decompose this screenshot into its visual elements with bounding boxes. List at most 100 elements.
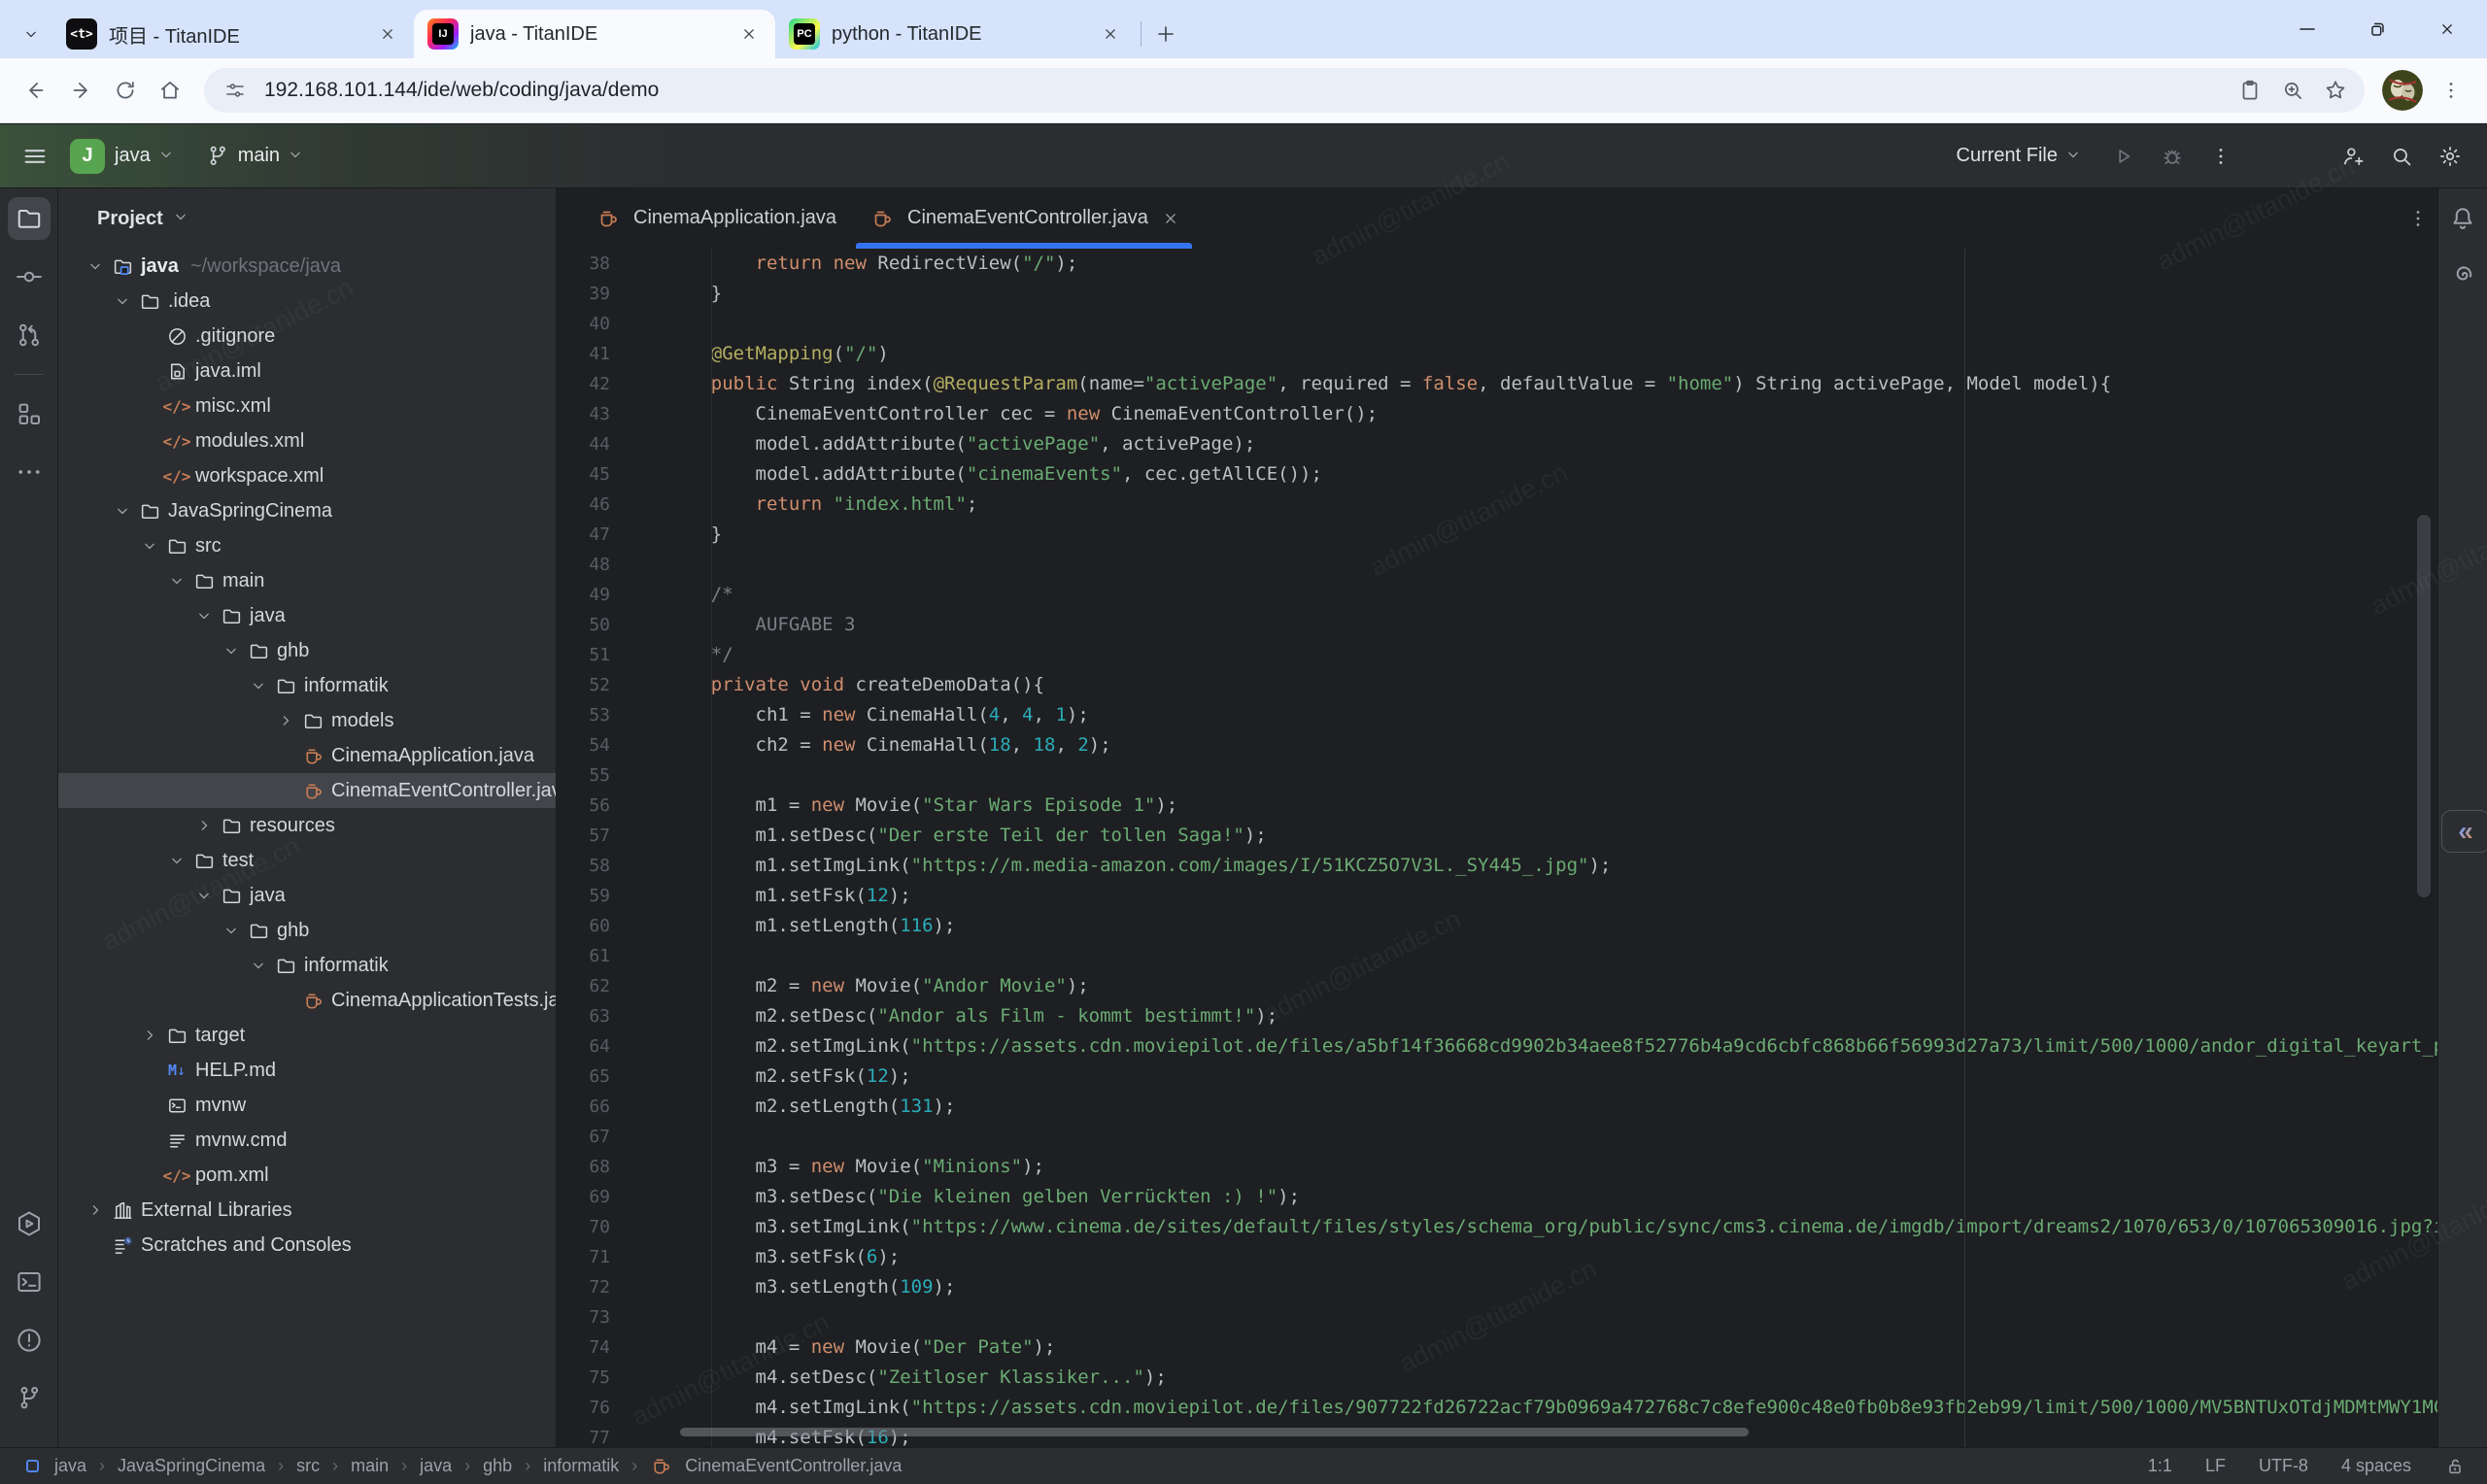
code-line-73[interactable]: 73 (557, 1302, 2437, 1332)
structure-icon[interactable] (8, 392, 51, 435)
line-number[interactable]: 41 (557, 339, 666, 369)
line-number[interactable]: 64 (557, 1031, 666, 1062)
tree-item-misc-xml[interactable]: </>misc.xml (58, 388, 556, 423)
line-number[interactable]: 73 (557, 1302, 666, 1332)
back-icon[interactable] (14, 68, 58, 113)
pull-request-icon[interactable] (8, 314, 51, 356)
minimize-icon[interactable] (2295, 17, 2320, 42)
editor-tab-2[interactable]: CinemaEventController.java (852, 188, 1196, 248)
code-line-42[interactable]: 42 public String index(@RequestParam(nam… (557, 369, 2437, 399)
line-number[interactable]: 62 (557, 971, 666, 1001)
git-branch-icon[interactable] (8, 1377, 51, 1420)
line-number[interactable]: 54 (557, 730, 666, 760)
project-panel-header[interactable]: Project (58, 188, 556, 249)
problems-icon[interactable] (8, 1319, 51, 1362)
line-number[interactable]: 52 (557, 670, 666, 700)
tree-item-models[interactable]: models (58, 703, 556, 738)
collapse-panel-button[interactable]: « (2441, 810, 2487, 853)
tree-item-cinemaeventcontroller-java[interactable]: CinemaEventController.java (58, 773, 556, 808)
tree-item-scratches-and-consoles[interactable]: Scratches and Consoles (58, 1228, 556, 1263)
code-line-50[interactable]: 50 AUFGABE 3 (557, 610, 2437, 640)
tree-toggle-icon[interactable] (164, 851, 189, 870)
services-icon[interactable] (8, 1202, 51, 1245)
code-line-67[interactable]: 67 (557, 1122, 2437, 1152)
code-line-40[interactable]: 40 (557, 309, 2437, 339)
encoding[interactable]: UTF-8 (2259, 1456, 2308, 1476)
tree-toggle-icon[interactable] (246, 956, 271, 975)
line-number[interactable]: 65 (557, 1062, 666, 1092)
new-tab-button[interactable] (1145, 14, 1186, 54)
line-number[interactable]: 45 (557, 459, 666, 489)
main-menu-icon[interactable] (14, 135, 56, 178)
breadcrumb-item[interactable]: java (54, 1456, 86, 1476)
line-number[interactable]: 48 (557, 550, 666, 580)
code-line-76[interactable]: 76 m4.setImgLink("https://assets.cdn.mov… (557, 1393, 2437, 1423)
code-line-66[interactable]: 66 m2.setLength(131); (557, 1092, 2437, 1122)
lock-open-icon[interactable] (2444, 1456, 2466, 1477)
tree-item-pom-xml[interactable]: </>pom.xml (58, 1158, 556, 1193)
tree-toggle-icon[interactable] (191, 816, 217, 835)
breadcrumb-item[interactable]: CinemaEventController.java (685, 1456, 902, 1476)
settings-gear-icon[interactable] (2429, 135, 2471, 178)
add-user-icon[interactable] (2332, 135, 2374, 178)
tree-item--gitignore[interactable]: .gitignore (58, 319, 556, 354)
code-line-52[interactable]: 52 private void createDemoData(){ (557, 670, 2437, 700)
line-number[interactable]: 50 (557, 610, 666, 640)
horizontal-scrollbar[interactable] (680, 1428, 1749, 1436)
code-line-64[interactable]: 64 m2.setImgLink("https://assets.cdn.mov… (557, 1031, 2437, 1062)
code-line-48[interactable]: 48 (557, 550, 2437, 580)
code-line-46[interactable]: 46 return "index.html"; (557, 489, 2437, 520)
search-icon[interactable] (2380, 135, 2423, 178)
tree-item-modules-xml[interactable]: </>modules.xml (58, 423, 556, 458)
editor-tab-1[interactable]: CinemaApplication.java (578, 188, 852, 248)
tree-item-javaspringcinema[interactable]: JavaSpringCinema (58, 493, 556, 528)
line-ending[interactable]: LF (2205, 1456, 2226, 1476)
line-number[interactable]: 47 (557, 520, 666, 550)
code-line-43[interactable]: 43 CinemaEventController cec = new Cinem… (557, 399, 2437, 429)
code-line-54[interactable]: 54 ch2 = new CinemaHall(18, 18, 2); (557, 730, 2437, 760)
reload-icon[interactable] (103, 68, 148, 113)
indent-setting[interactable]: 4 spaces (2341, 1456, 2411, 1476)
tree-item-test[interactable]: test (58, 843, 556, 878)
line-number[interactable]: 46 (557, 489, 666, 520)
vertical-scrollbar[interactable] (2417, 515, 2431, 897)
code-line-63[interactable]: 63 m2.setDesc("Andor als Film - kommt be… (557, 1001, 2437, 1031)
tree-item-ghb[interactable]: ghb (58, 913, 556, 948)
tree-toggle-icon[interactable] (83, 1200, 108, 1220)
line-number[interactable]: 53 (557, 700, 666, 730)
tree-item-mvnw-cmd[interactable]: mvnw.cmd (58, 1123, 556, 1158)
code-line-69[interactable]: 69 m3.setDesc("Die kleinen gelben Verrüc… (557, 1182, 2437, 1212)
tree-toggle-icon[interactable] (219, 921, 244, 940)
tree-item-workspace-xml[interactable]: </>workspace.xml (58, 458, 556, 493)
code-line-71[interactable]: 71 m3.setFsk(6); (557, 1242, 2437, 1272)
breadcrumb-item[interactable]: src (296, 1456, 320, 1476)
code-line-59[interactable]: 59 m1.setFsk(12); (557, 881, 2437, 911)
line-number[interactable]: 63 (557, 1001, 666, 1031)
code-area[interactable]: 38 return new RedirectView("/");39 }4041… (557, 249, 2437, 1447)
folder-tool-icon[interactable] (8, 197, 51, 240)
code-line-68[interactable]: 68 m3 = new Movie("Minions"); (557, 1152, 2437, 1182)
code-line-75[interactable]: 75 m4.setDesc("Zeitloser Klassiker..."); (557, 1363, 2437, 1393)
tree-item-java-iml[interactable]: java.iml (58, 354, 556, 388)
close-tab-icon[interactable] (1096, 19, 1125, 49)
restore-icon[interactable] (2365, 17, 2390, 42)
vcs-widget[interactable]: main (205, 143, 309, 169)
line-number[interactable]: 68 (557, 1152, 666, 1182)
line-number[interactable]: 40 (557, 309, 666, 339)
line-number[interactable]: 56 (557, 791, 666, 821)
tree-item-java[interactable]: java (58, 598, 556, 633)
code-line-39[interactable]: 39 } (557, 279, 2437, 309)
terminal-icon[interactable] (8, 1261, 51, 1303)
tree-item-java[interactable]: java~/workspace/java (58, 249, 556, 284)
line-number[interactable]: 38 (557, 249, 666, 279)
line-number[interactable]: 60 (557, 911, 666, 941)
line-number[interactable]: 77 (557, 1423, 666, 1447)
code-line-38[interactable]: 38 return new RedirectView("/"); (557, 249, 2437, 279)
tree-item-informatik[interactable]: informatik (58, 948, 556, 983)
url-text[interactable]: 192.168.101.144/ide/web/coding/java/demo (264, 79, 2229, 102)
bookmark-star-icon[interactable] (2314, 69, 2357, 112)
bell-icon[interactable] (2441, 197, 2484, 240)
code-line-56[interactable]: 56 m1 = new Movie("Star Wars Episode 1")… (557, 791, 2437, 821)
close-tab-icon[interactable] (734, 19, 764, 49)
tree-toggle-icon[interactable] (273, 711, 298, 730)
